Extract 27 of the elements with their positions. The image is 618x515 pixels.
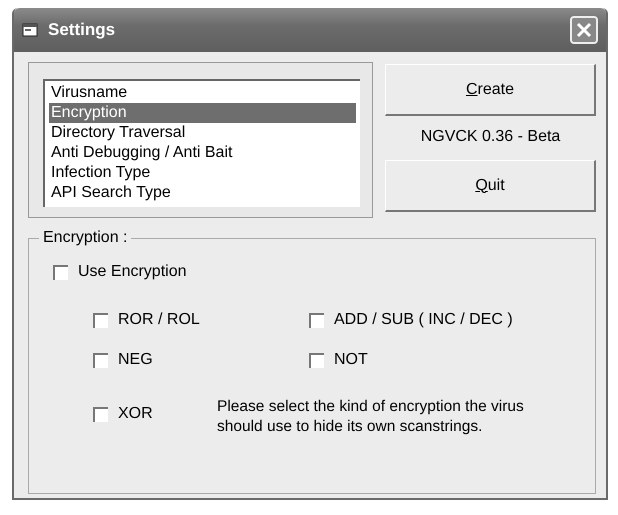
close-button[interactable] (570, 16, 598, 44)
checkbox[interactable] (93, 312, 108, 328)
window-title: Settings (48, 20, 116, 40)
list-item[interactable]: Anti Debugging / Anti Bait (49, 143, 356, 163)
checkbox-label: NOT (334, 351, 368, 369)
create-button[interactable]: Create (385, 64, 596, 116)
checkbox-label: NEG (118, 351, 153, 369)
checkbox[interactable] (53, 264, 68, 280)
checkbox-label: Use Encryption (78, 263, 186, 281)
checkbox[interactable] (309, 352, 324, 368)
checkbox-label: ROR / ROL (118, 311, 200, 329)
list-item[interactable]: Virusname (49, 83, 356, 103)
checkbox-label: ADD / SUB ( INC / DEC ) (334, 311, 513, 329)
checkbox[interactable] (309, 312, 324, 328)
checkbox[interactable] (93, 352, 108, 368)
group-legend: Encryption : (39, 229, 132, 247)
close-icon (576, 22, 592, 38)
list-item[interactable]: API Search Type (49, 183, 356, 203)
window-icon (22, 23, 38, 37)
checkbox[interactable] (93, 406, 108, 422)
checkbox-label: XOR (118, 405, 153, 423)
list-item[interactable]: Encryption (49, 103, 356, 123)
version-label: NGVCK 0.36 - Beta (420, 128, 562, 146)
list-item[interactable]: Directory Traversal (49, 123, 356, 143)
hint-text: Please select the kind of encryption the virus should use to hide its own scanstrings. (217, 397, 525, 437)
quit-button[interactable]: Quit (385, 160, 596, 212)
list-item[interactable]: Infection Type (49, 163, 356, 183)
